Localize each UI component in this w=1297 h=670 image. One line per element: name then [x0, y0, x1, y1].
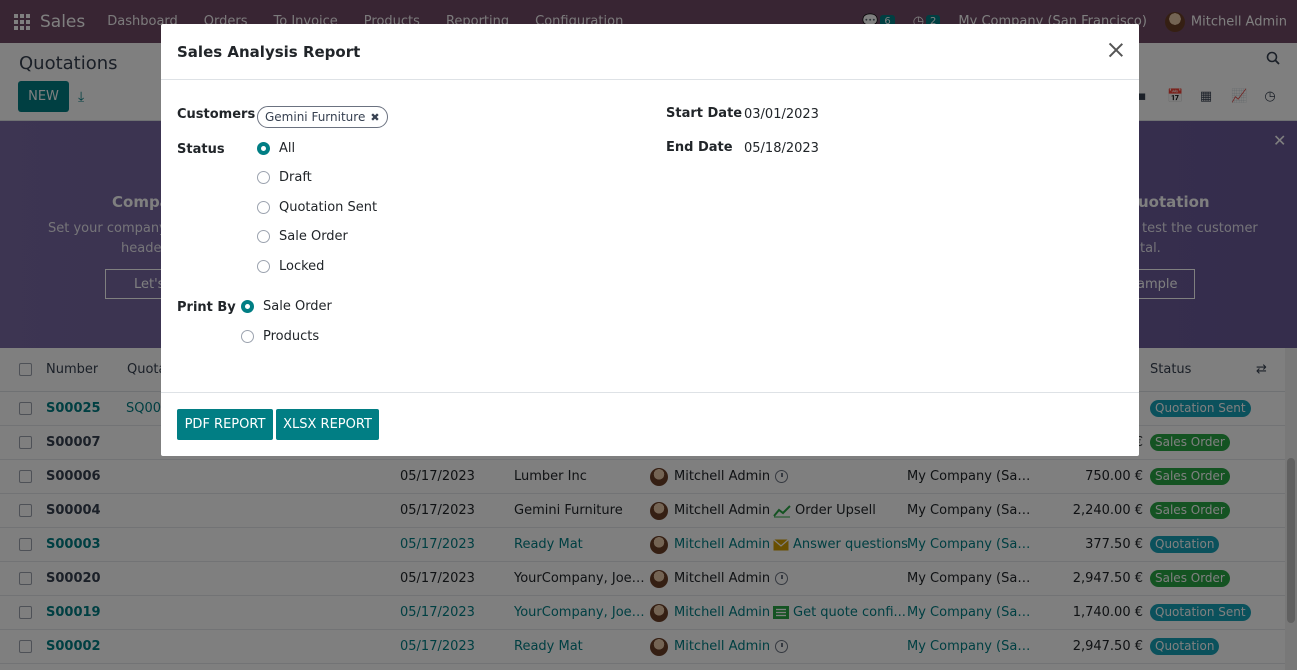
dialog-title: Sales Analysis Report [177, 43, 361, 61]
status-option-all[interactable]: All [257, 141, 295, 156]
start-date-label: Start Date [666, 106, 743, 121]
customer-tag: Gemini Furniture ✖ [257, 106, 388, 128]
radio-icon [257, 230, 270, 243]
dialog-header: Sales Analysis Report [161, 24, 1139, 80]
radio-icon [257, 260, 270, 273]
remove-tag-icon[interactable]: ✖ [370, 111, 379, 124]
pdf-report-button[interactable]: PDF REPORT [177, 409, 273, 440]
status-option-quotation-sent[interactable]: Quotation Sent [257, 200, 377, 215]
radio-icon [257, 201, 270, 214]
start-date-field[interactable]: 03/01/2023 [744, 107, 819, 122]
status-label: Status [177, 142, 225, 157]
print-by-sale-order[interactable]: Sale Order [241, 299, 332, 314]
end-date-field[interactable]: 05/18/2023 [744, 141, 819, 156]
customer-tag-label: Gemini Furniture [265, 110, 366, 124]
customers-label: Customers [177, 107, 256, 122]
status-option-sale-order[interactable]: Sale Order [257, 229, 348, 244]
radio-icon [241, 330, 254, 343]
close-icon[interactable] [1107, 41, 1125, 59]
radio-icon [257, 142, 270, 155]
print-by-products[interactable]: Products [241, 329, 319, 344]
sales-analysis-dialog: Sales Analysis Report Customers Gemini F… [161, 24, 1139, 456]
radio-icon [257, 171, 270, 184]
print-by-label: Print By [177, 300, 236, 315]
radio-icon [241, 300, 254, 313]
xlsx-report-button[interactable]: XLSX REPORT [276, 409, 379, 440]
status-option-locked[interactable]: Locked [257, 259, 324, 274]
dialog-footer: PDF REPORT XLSX REPORT [161, 392, 1139, 456]
end-date-label: End Date [666, 140, 733, 155]
status-option-draft[interactable]: Draft [257, 170, 312, 185]
